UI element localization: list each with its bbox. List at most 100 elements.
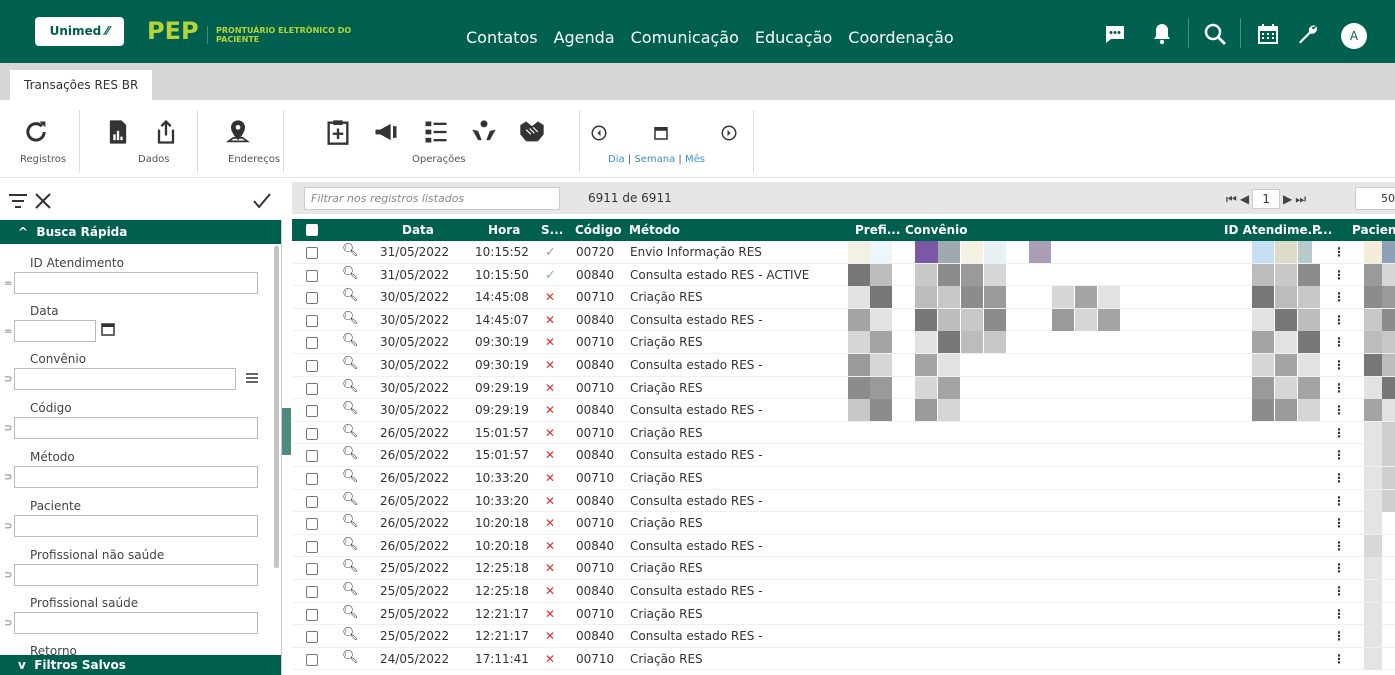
table-row[interactable]: 🔍︎ 26/05/2022 15:01:57 ✕ 00840 Consulta estad… [292, 444, 1395, 467]
view-record-icon[interactable]: 🔍︎ [342, 559, 359, 574]
row-checkbox[interactable] [306, 563, 318, 576]
data-input[interactable] [14, 320, 96, 342]
col-hora[interactable]: Hora [488, 223, 520, 237]
table-row[interactable]: 🔍︎ 26/05/2022 10:20:18 ✕ 00840 Consulta estad… [292, 535, 1395, 558]
row-checkbox[interactable] [306, 314, 318, 327]
row-checkbox[interactable] [306, 608, 318, 621]
col-paciente[interactable]: Pacient [1352, 223, 1395, 237]
view-record-icon[interactable]: 🔍︎ [342, 605, 359, 620]
table-row[interactable]: 🔍︎ 25/05/2022 12:25:18 ✕ 00840 Consulta estad… [292, 580, 1395, 603]
view-record-icon[interactable]: 🔍︎ [342, 424, 359, 439]
row-menu-icon[interactable]: ⋮ [1333, 629, 1345, 643]
view-record-icon[interactable]: 🔍︎ [342, 514, 359, 529]
row-checkbox[interactable] [306, 518, 318, 531]
last-page-icon[interactable]: ⏭ [1295, 192, 1306, 207]
view-record-icon[interactable]: 🔍︎ [342, 379, 359, 394]
row-menu-icon[interactable]: ⋮ [1333, 652, 1345, 666]
per-page-select[interactable]: 50 [1355, 187, 1395, 210]
location-pin-icon[interactable] [224, 118, 252, 146]
row-checkbox[interactable] [306, 450, 318, 463]
calendar-icon[interactable] [1256, 22, 1280, 46]
view-record-icon[interactable]: 🔍︎ [342, 492, 359, 507]
row-checkbox[interactable] [306, 292, 318, 305]
col-data[interactable]: Data [402, 223, 434, 237]
list-icon[interactable] [245, 372, 259, 384]
nav-coordenacao[interactable]: Coordenação [848, 27, 953, 49]
megaphone-icon[interactable] [372, 118, 400, 146]
row-menu-icon[interactable]: ⋮ [1333, 584, 1345, 598]
view-record-icon[interactable]: 🔍︎ [342, 627, 359, 642]
row-menu-icon[interactable]: ⋮ [1333, 290, 1345, 304]
table-row[interactable]: 🔍︎ 30/05/2022 14:45:08 ✕ 00710 Criação RES ⋮ [292, 286, 1395, 309]
profissional-saude-input[interactable] [14, 612, 258, 634]
row-menu-icon[interactable]: ⋮ [1333, 358, 1345, 372]
table-row[interactable]: 🔍︎ 30/05/2022 09:30:19 ✕ 00710 Criação RES ⋮ [292, 331, 1395, 354]
calendar-day-icon[interactable] [652, 124, 670, 142]
view-record-icon[interactable]: 🔍︎ [342, 356, 359, 371]
table-row[interactable]: 🔍︎ 25/05/2022 12:21:17 ✕ 00840 Consulta estad… [292, 625, 1395, 648]
next-icon[interactable] [720, 124, 738, 142]
close-icon[interactable] [34, 192, 52, 210]
handshake-icon[interactable] [518, 118, 546, 146]
table-row[interactable]: 🔍︎ 31/05/2022 10:15:52 ✓ 00720 Envio Informaç… [292, 241, 1395, 264]
col-codigo[interactable]: Código [575, 223, 622, 237]
col-prefixo[interactable]: Prefi... [855, 223, 900, 237]
panel-collapse-handle[interactable] [282, 408, 291, 455]
check-icon[interactable] [252, 192, 272, 210]
row-menu-icon[interactable]: ⋮ [1333, 471, 1345, 485]
row-checkbox[interactable] [306, 540, 318, 553]
row-checkbox[interactable] [306, 585, 318, 598]
row-menu-icon[interactable]: ⋮ [1333, 561, 1345, 575]
nav-educacao[interactable]: Educação [755, 27, 832, 49]
nav-contatos[interactable]: Contatos [466, 27, 538, 49]
share-icon[interactable] [152, 118, 180, 146]
table-row[interactable]: 🔍︎ 31/05/2022 10:15:50 ✓ 00840 Consulta estad… [292, 264, 1395, 287]
data-sheet-icon[interactable] [104, 118, 132, 146]
table-row[interactable]: 🔍︎ 30/05/2022 09:29:19 ✕ 00840 Consulta estad… [292, 399, 1395, 422]
col-status[interactable]: S... [541, 223, 563, 237]
care-hands-icon[interactable] [470, 118, 498, 146]
view-record-icon[interactable]: 🔍︎ [342, 401, 359, 416]
filtros-salvos-header[interactable]: v Filtros Salvos [0, 655, 281, 675]
table-row[interactable]: 🔍︎ 30/05/2022 09:29:19 ✕ 00710 Criação RES ⋮ [292, 377, 1395, 400]
metodo-input[interactable] [14, 466, 258, 488]
nav-agenda[interactable]: Agenda [554, 27, 615, 49]
row-menu-icon[interactable]: ⋮ [1333, 245, 1345, 259]
page-number-input[interactable]: 1 [1252, 189, 1281, 209]
avatar[interactable]: A [1341, 23, 1367, 49]
next-page-icon[interactable]: ▶ [1283, 192, 1292, 206]
row-menu-icon[interactable]: ⋮ [1333, 313, 1345, 327]
row-menu-icon[interactable]: ⋮ [1333, 426, 1345, 440]
row-menu-icon[interactable]: ⋮ [1333, 335, 1345, 349]
row-menu-icon[interactable]: ⋮ [1333, 539, 1345, 553]
row-checkbox[interactable] [306, 337, 318, 350]
view-record-icon[interactable]: 🔍︎ [342, 243, 359, 258]
table-row[interactable]: 🔍︎ 30/05/2022 09:30:19 ✕ 00840 Consulta estad… [292, 354, 1395, 377]
row-checkbox[interactable] [306, 495, 318, 508]
view-record-icon[interactable]: 🔍︎ [342, 311, 359, 326]
checklist-icon[interactable] [422, 118, 450, 146]
tab-transacoes-res-br[interactable]: Transações RES BR [10, 70, 152, 100]
paciente-input[interactable] [14, 515, 258, 537]
calendar-icon[interactable] [101, 322, 115, 336]
id-atendimento-input[interactable] [14, 272, 258, 294]
unimed-logo[interactable]: Unimed ⁄⁄ [35, 17, 124, 46]
view-record-icon[interactable]: 🔍︎ [342, 582, 359, 597]
table-row[interactable]: 🔍︎ 25/05/2022 12:25:18 ✕ 00710 Criação RES ⋮ [292, 557, 1395, 580]
link-semana[interactable]: Semana [634, 154, 675, 165]
view-record-icon[interactable]: 🔍︎ [342, 650, 359, 665]
wrench-icon[interactable] [1296, 22, 1320, 46]
row-menu-icon[interactable]: ⋮ [1333, 448, 1345, 462]
previous-icon[interactable] [590, 124, 608, 142]
row-menu-icon[interactable]: ⋮ [1333, 268, 1345, 282]
view-record-icon[interactable]: 🔍︎ [342, 333, 359, 348]
convenio-input[interactable] [14, 368, 236, 390]
bell-icon[interactable] [1150, 22, 1174, 46]
row-menu-icon[interactable]: ⋮ [1333, 403, 1345, 417]
link-dia[interactable]: Dia [608, 154, 625, 165]
row-menu-icon[interactable]: ⋮ [1333, 494, 1345, 508]
col-p[interactable]: P... [1312, 223, 1332, 237]
codigo-input[interactable] [14, 417, 258, 439]
select-all-checkbox[interactable] [306, 224, 318, 236]
row-checkbox[interactable] [306, 247, 318, 259]
